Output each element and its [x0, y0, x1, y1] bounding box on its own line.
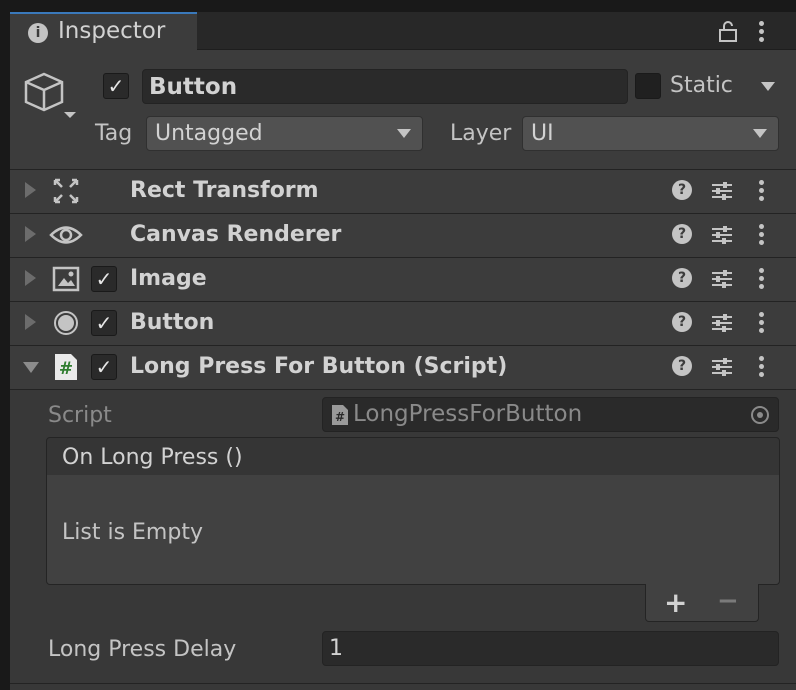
foldout-arrow-icon[interactable]: [23, 362, 39, 373]
component-title: Canvas Renderer: [130, 222, 342, 247]
checkmark-icon: ✓: [95, 355, 113, 379]
presets-icon[interactable]: [710, 180, 734, 202]
tag-chevron-down-icon: [397, 129, 411, 138]
lock-icon[interactable]: [718, 20, 738, 42]
script-label: Script: [48, 403, 112, 428]
help-icon[interactable]: ?: [672, 224, 692, 244]
component-menu-icon[interactable]: [759, 180, 765, 202]
eye-icon: [49, 226, 83, 244]
checkmark-icon: ✓: [107, 74, 125, 98]
component-title: Button: [130, 310, 215, 335]
tag-value: Untagged: [155, 121, 263, 146]
object-picker-icon[interactable]: [750, 405, 770, 425]
component-title: Rect Transform: [130, 178, 319, 203]
checkmark-icon: ✓: [95, 267, 113, 291]
object-name-input[interactable]: Button: [142, 69, 628, 104]
foldout-arrow-icon[interactable]: [25, 270, 36, 286]
layer-dropdown[interactable]: UI: [522, 116, 779, 151]
list-footer: [645, 584, 759, 622]
layer-chevron-down-icon: [753, 129, 767, 138]
component-enabled-checkbox[interactable]: ✓: [91, 354, 117, 380]
presets-icon[interactable]: [710, 356, 734, 378]
event-empty-text: List is Empty: [62, 520, 203, 545]
component-title: Image: [130, 266, 207, 291]
svg-text:#: #: [335, 410, 345, 424]
delay-input[interactable]: 1: [322, 631, 779, 666]
script-icon: #: [55, 354, 77, 380]
component-menu-icon[interactable]: [759, 312, 765, 334]
static-checkbox[interactable]: [635, 73, 661, 99]
static-label: Static: [670, 73, 733, 98]
layer-label: Layer: [450, 121, 512, 146]
svg-text:#: #: [59, 359, 73, 379]
component-menu-icon[interactable]: [759, 268, 765, 290]
script-file-icon: #: [332, 405, 348, 425]
tab-menu-icon[interactable]: [759, 21, 765, 43]
foldout-arrow-icon[interactable]: [25, 314, 36, 330]
gameobject-icon[interactable]: [24, 70, 80, 126]
tag-label: Tag: [95, 121, 133, 146]
help-icon[interactable]: ?: [672, 356, 692, 376]
script-value: LongPressForButton: [353, 401, 583, 427]
presets-icon[interactable]: [710, 312, 734, 334]
active-checkbox[interactable]: ✓: [103, 73, 129, 99]
tab-title: Inspector: [58, 18, 166, 44]
component-enabled-checkbox[interactable]: ✓: [91, 310, 117, 336]
checkmark-icon: ✓: [95, 311, 113, 335]
component-enabled-checkbox[interactable]: ✓: [91, 266, 117, 292]
info-icon: i: [28, 23, 48, 43]
button-icon: [54, 311, 78, 335]
static-dropdown-icon[interactable]: [761, 82, 775, 91]
presets-icon[interactable]: [710, 224, 734, 246]
component-title: Long Press For Button (Script): [130, 354, 508, 379]
help-icon[interactable]: ?: [672, 180, 692, 200]
help-icon[interactable]: ?: [672, 312, 692, 332]
foldout-arrow-icon[interactable]: [25, 182, 36, 198]
presets-icon[interactable]: [710, 268, 734, 290]
help-icon[interactable]: ?: [672, 268, 692, 288]
script-field[interactable]: LongPressForButton: [322, 397, 779, 432]
component-menu-icon[interactable]: [759, 224, 765, 246]
add-button[interactable]: +: [664, 586, 687, 619]
foldout-arrow-icon[interactable]: [25, 226, 36, 242]
bottom-divider: [10, 683, 796, 684]
image-icon: [52, 266, 80, 292]
component-menu-icon[interactable]: [759, 356, 765, 378]
delay-label: Long Press Delay: [48, 637, 237, 662]
tag-dropdown[interactable]: Untagged: [146, 116, 423, 151]
event-header-label: On Long Press (): [62, 445, 243, 470]
remove-button[interactable]: −: [717, 586, 739, 616]
rect-transform-icon: [53, 178, 79, 204]
object-header: [10, 50, 796, 170]
layer-value: UI: [531, 121, 554, 146]
